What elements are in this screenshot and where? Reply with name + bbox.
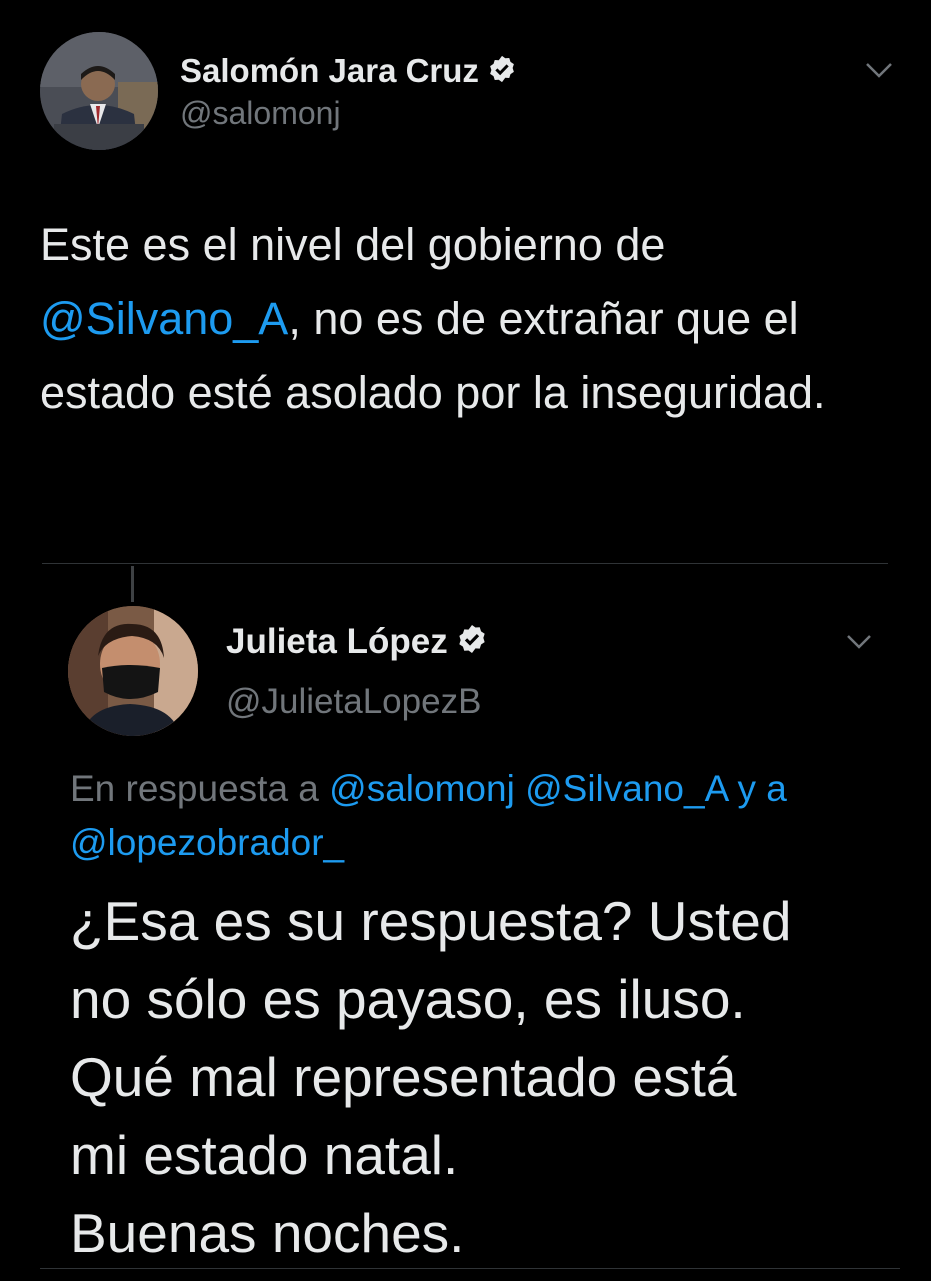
quoted-text-line: ¿Esa es su respuesta? Usted [70,890,792,952]
quoted-text-line: Buenas noches. [70,1202,465,1264]
bottom-divider [40,1268,900,1281]
divider [42,563,888,564]
tweet-text-start: Este es el nivel del gobierno de [40,219,666,270]
reply-joiner[interactable]: y a [727,768,787,809]
verified-badge-icon [456,623,488,664]
thread-line [131,566,134,602]
reply-mention[interactable]: @lopezobrador_ [70,822,344,863]
quoted-author-name-text: Julieta López [226,622,448,661]
quoted-text-line: no sólo es payaso, es iluso. [70,968,746,1030]
reply-mention[interactable]: @salomonj [329,768,515,809]
quoted-text-line: mi estado natal. [70,1124,459,1186]
quoted-author-avatar[interactable] [68,606,198,736]
tweet-text: Este es el nivel del gobierno de @Silvan… [40,208,900,430]
chevron-down-icon[interactable] [864,60,894,85]
quoted-tweet-text: ¿Esa es su respuesta? Usted no sólo es p… [70,882,910,1272]
reply-mention[interactable]: @Silvano_A [525,768,727,809]
author-name[interactable]: Salomón Jara Cruz [180,52,517,92]
reply-prefix: En respuesta a [70,768,330,809]
chevron-down-icon[interactable] [845,632,873,657]
reply-context: En respuesta a @salomonj @Silvano_A y a … [70,762,890,870]
mention-link[interactable]: @Silvano_A [40,293,288,344]
avatar-photo [40,32,158,150]
author-avatar[interactable] [40,32,158,150]
quoted-author-name[interactable]: Julieta López [226,622,488,664]
quoted-avatar-photo [68,606,198,736]
author-handle[interactable]: @salomonj [180,95,341,132]
verified-badge-icon [487,54,517,92]
quoted-text-line: Qué mal representado está [70,1046,737,1108]
author-name-text: Salomón Jara Cruz [180,52,479,89]
quoted-author-handle[interactable]: @JulietaLopezB [226,682,481,722]
